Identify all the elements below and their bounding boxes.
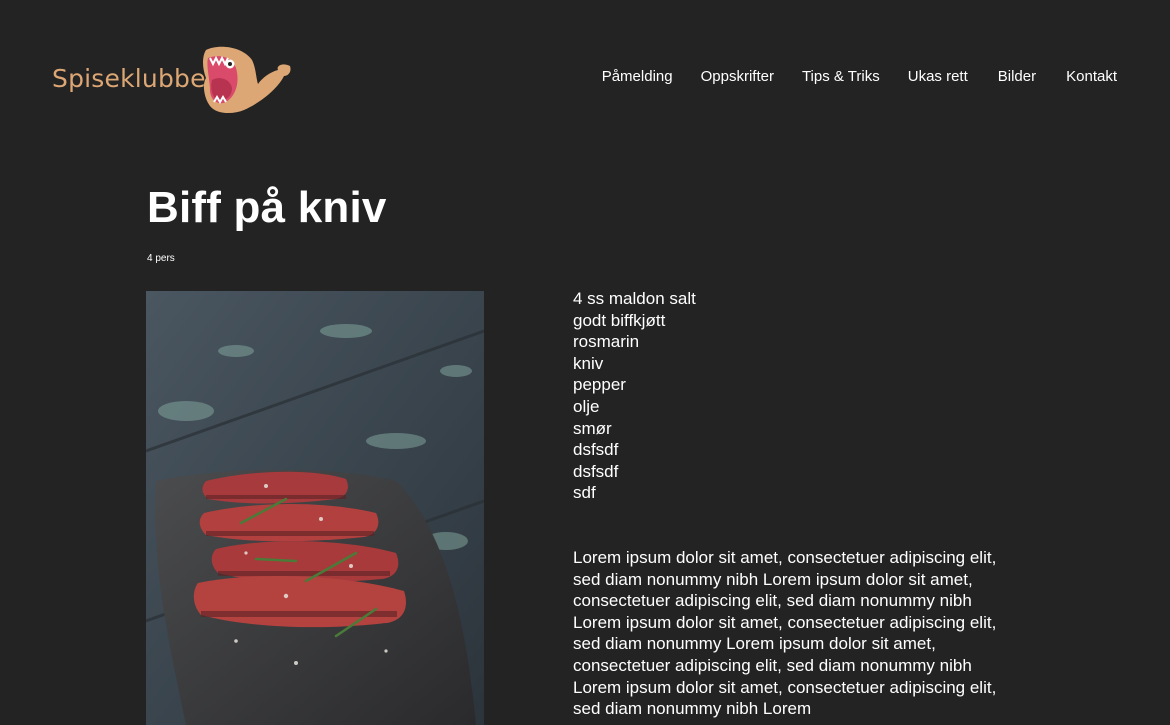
ingredient-item: sdf — [573, 483, 596, 503]
nav-item-pamelding[interactable]: Påmelding — [602, 68, 673, 85]
nav-item-oppskrifter[interactable]: Oppskrifter — [701, 68, 774, 85]
whale-icon — [203, 46, 291, 114]
recipe-photo — [146, 291, 484, 725]
recipe-description: Lorem ipsum dolor sit amet, consectetuer… — [573, 548, 997, 719]
ingredient-item: pepper — [573, 375, 626, 395]
ingredient-item: rosmarin — [573, 332, 640, 352]
ingredient-item: smør — [573, 418, 612, 438]
ingredient-item: dsfsdf — [573, 461, 619, 481]
nav-item-ukas-rett[interactable]: Ukas rett — [908, 68, 968, 85]
recipe-title: Biff på kniv — [147, 183, 387, 232]
nav-item-kontakt[interactable]: Kontakt — [1066, 68, 1117, 85]
ingredient-item: 4 ss maldon salt — [573, 289, 696, 308]
nav-item-bilder[interactable]: Bilder — [998, 68, 1036, 85]
ingredient-item: godt biffkjøtt — [573, 310, 666, 330]
ingredient-list: 4 ss maldon salt godt biffkjøtt rosmarin… — [573, 288, 696, 504]
main-nav: Påmelding Oppskrifter Tips & Triks Ukas … — [602, 68, 1117, 85]
servings-label: 4 pers — [147, 253, 175, 264]
nav-item-tips-triks[interactable]: Tips & Triks — [802, 68, 880, 85]
ingredient-item: olje — [573, 396, 600, 416]
ingredient-item: kniv — [573, 353, 604, 373]
ingredient-item: dsfsdf — [573, 440, 619, 460]
page: Spiseklubben Påmelding Oppskrifter Tips … — [0, 0, 1170, 725]
site-logo[interactable]: Spiseklubben — [52, 44, 294, 116]
